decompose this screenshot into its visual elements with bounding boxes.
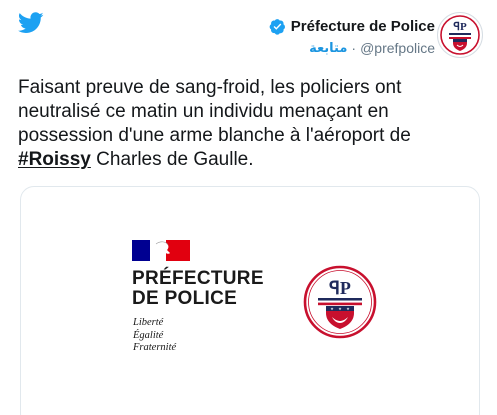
motto-fraternite: Fraternité: [133, 342, 177, 353]
tweet-text-body: Faisant preuve de sang-froid, les polici…: [18, 77, 411, 146]
author-name[interactable]: Préfecture de Police: [291, 18, 435, 35]
marianne-flag-icon: [132, 240, 190, 261]
motto-egalite: Égalité: [133, 329, 164, 341]
tweet-card: Préfecture de Police متابعة · @prefpolic…: [0, 0, 497, 415]
tweet-text-tail: Charles de Gaulle.: [90, 149, 254, 170]
media-card[interactable]: PRÉFECTURE DE POLICE Liberté Égalité Fra…: [20, 186, 480, 415]
author-name-row: Préfecture de Police: [225, 16, 435, 36]
brand-title: PRÉFECTURE DE POLICE: [132, 269, 264, 309]
brand-title-line2: DE POLICE: [132, 288, 238, 309]
svg-text:ꟼP: ꟼP: [329, 278, 351, 298]
follow-link[interactable]: متابعة: [309, 41, 347, 56]
avatar[interactable]: ꟼP: [437, 12, 483, 58]
twitter-bird-icon[interactable]: [18, 12, 44, 34]
tweet-text: Faisant preuve de sang-froid, les polici…: [18, 76, 480, 172]
svg-text:✦: ✦: [338, 307, 342, 313]
svg-text:✦: ✦: [346, 307, 350, 313]
author-block[interactable]: Préfecture de Police متابعة · @prefpolic…: [225, 16, 435, 59]
motto-liberte: Liberté: [133, 317, 164, 328]
svg-text:✦: ✦: [330, 307, 334, 313]
hashtag-link[interactable]: #Roissy: [18, 149, 91, 170]
author-meta-row: متابعة · @prefpolice: [225, 37, 435, 59]
svg-text:ꟼP: ꟼP: [453, 21, 467, 33]
separator-dot: ·: [351, 40, 357, 56]
brand-title-line1: PRÉFECTURE: [132, 268, 264, 289]
seal-emblem-icon: ꟼP: [440, 15, 480, 55]
verified-badge-icon: [269, 18, 285, 35]
republic-motto: Liberté Égalité Fraternité: [133, 317, 176, 355]
police-seal-icon: ꟼP ✦ ✦ ✦: [303, 265, 377, 339]
author-handle[interactable]: @prefpolice: [360, 40, 435, 56]
